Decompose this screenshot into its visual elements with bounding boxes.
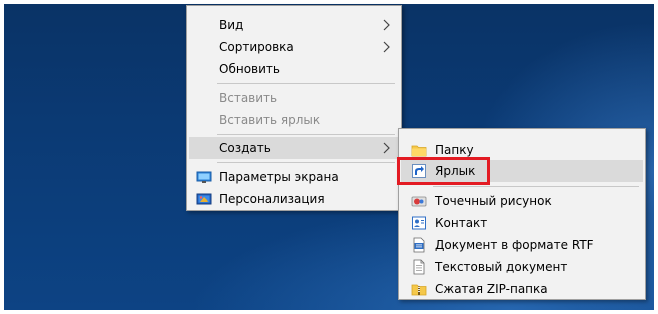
rtf-document-icon [413,237,425,253]
menu-item-label: Вставить ярлык [219,113,321,127]
menu-item-label: Документ в формате RTF [435,238,594,252]
menu-item-create[interactable]: Создать [189,137,399,159]
menu-item-label: Папку [435,143,474,157]
chevron-right-icon [383,142,390,154]
highlight-annotation-box [397,157,490,185]
submenu-item-rtf-document[interactable]: Документ в формате RTF [401,234,643,256]
menu-separator [433,186,639,187]
menu-item-label: Точечный рисунок [435,194,552,208]
menu-item-label: Персонализация [219,192,325,206]
chevron-right-icon [383,41,390,53]
zip-folder-icon [411,284,427,296]
contact-icon [412,216,426,230]
menu-item-sort[interactable]: Сортировка [189,36,399,58]
menu-item-label: Текстовый документ [435,260,568,274]
menu-item-label: Сжатая ZIP-папка [435,282,548,296]
screenshot-frame: Вид Сортировка Обновить Вставить Вставит… [0,0,658,314]
submenu-item-zip-folder[interactable]: Сжатая ZIP-папка [401,278,643,300]
menu-separator [217,162,395,163]
submenu-item-contact[interactable]: Контакт [401,212,643,234]
menu-item-paste[interactable]: Вставить [189,87,399,109]
menu-item-label: Параметры экрана [219,170,339,184]
menu-item-refresh[interactable]: Обновить [189,58,399,80]
text-document-icon [413,259,425,275]
create-submenu: Папку Ярлык Точечный рисунок Контакт Док… [398,128,646,300]
folder-icon [411,145,427,157]
submenu-item-text-document[interactable]: Текстовый документ [401,256,643,278]
menu-separator [217,83,395,84]
menu-separator [217,134,395,135]
menu-item-paste-shortcut[interactable]: Вставить ярлык [189,109,399,131]
menu-item-label: Создать [219,141,271,155]
menu-item-label: Обновить [219,62,280,76]
menu-item-label: Сортировка [219,40,294,54]
desktop-context-menu: Вид Сортировка Обновить Вставить Вставит… [186,5,402,211]
menu-item-label: Контакт [435,216,488,230]
menu-item-label: Вид [219,18,244,32]
menu-item-personalization[interactable]: Персонализация [189,188,399,210]
menu-item-label: Вставить [219,91,278,105]
display-settings-icon [196,171,212,183]
submenu-item-bitmap[interactable]: Точечный рисунок [401,190,643,212]
personalization-icon [196,193,212,205]
menu-item-display-settings[interactable]: Параметры экрана [189,166,399,188]
menu-item-view[interactable]: Вид [189,14,399,36]
bitmap-icon [411,196,427,207]
chevron-right-icon [383,19,390,31]
